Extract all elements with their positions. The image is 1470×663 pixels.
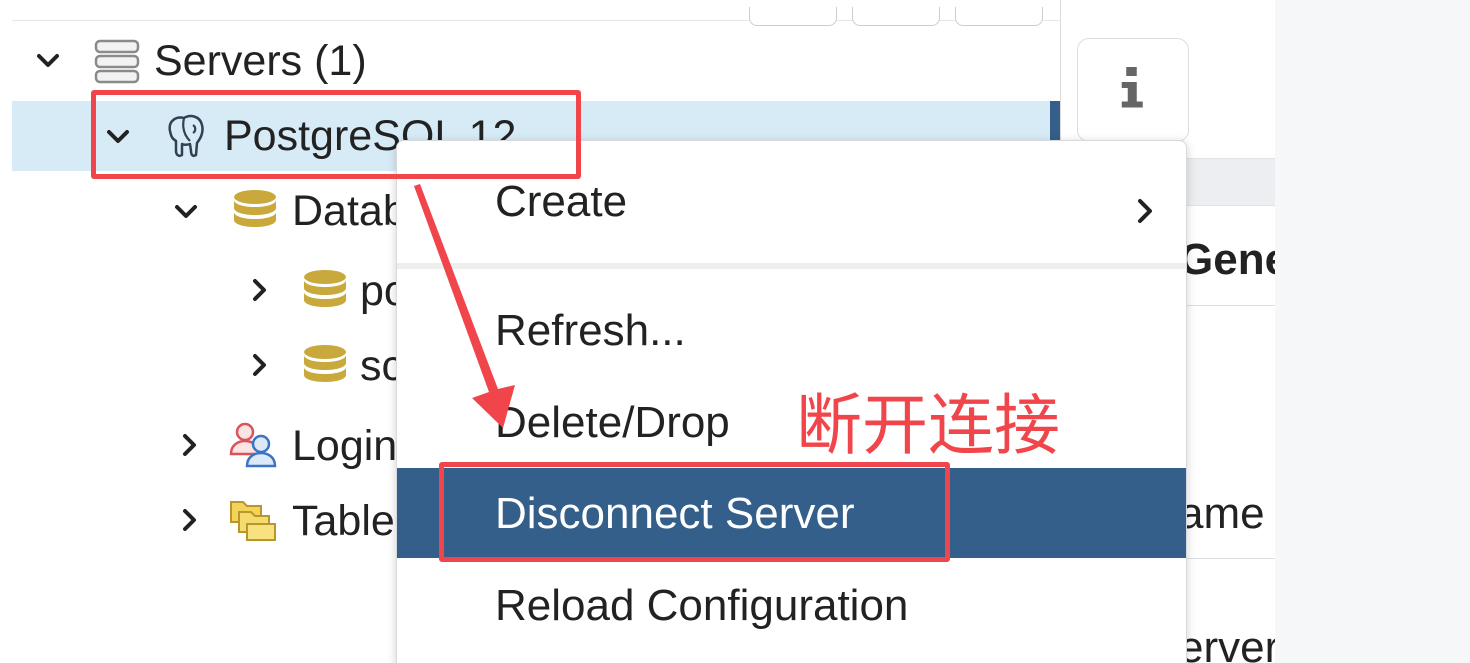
chevron-down-icon[interactable] <box>34 47 62 75</box>
chevron-right-icon[interactable] <box>246 276 274 304</box>
menu-item-label: Refresh... <box>495 306 686 355</box>
database-stack-icon <box>230 186 280 236</box>
tree-node-label: Datab <box>292 187 407 235</box>
info-icon <box>1118 63 1148 118</box>
server-group-icon <box>92 36 142 86</box>
tree-node-servers[interactable]: Servers (1) <box>12 26 1060 96</box>
annotation-box-disconnect <box>439 462 950 562</box>
chevron-down-icon[interactable] <box>172 198 200 226</box>
tablespaces-folder-icon <box>228 494 278 544</box>
login-roles-icon <box>228 419 278 469</box>
section-heading: Gene <box>1179 235 1275 284</box>
chevron-right-icon[interactable] <box>176 506 204 534</box>
menu-item-refresh[interactable]: Refresh... <box>397 285 1186 375</box>
tree-node-label: Table <box>292 497 395 545</box>
menu-item-label: Create <box>495 177 628 226</box>
field-label: ame <box>1179 489 1265 538</box>
annotation-label: 断开连接 <box>796 387 1060 464</box>
database-icon <box>300 341 350 391</box>
toolbar-button[interactable] <box>955 7 1043 26</box>
chevron-right-icon[interactable] <box>176 431 204 459</box>
toolbar-button[interactable] <box>852 7 940 26</box>
menu-separator <box>397 263 1186 269</box>
context-menu: Create Refresh... Delete/Drop Disconnect… <box>396 140 1187 663</box>
menu-item-reload-configuration[interactable]: Reload Configuration <box>397 560 1186 650</box>
menu-item-label: Delete/Drop <box>495 398 730 447</box>
field-label: erver <box>1179 623 1275 663</box>
tree-node-label: Servers (1) <box>154 37 367 85</box>
info-button[interactable] <box>1077 38 1189 142</box>
annotation-box-server <box>91 90 581 179</box>
menu-item-delete-drop[interactable]: Delete/Drop <box>397 377 1186 467</box>
tree-node-label: Login <box>292 422 398 470</box>
outer-background <box>1275 0 1470 663</box>
chevron-right-icon <box>1130 196 1160 226</box>
toolbar-button[interactable] <box>749 7 837 26</box>
database-icon <box>300 266 350 316</box>
menu-item-label: Reload Configuration <box>495 581 909 630</box>
chevron-right-icon[interactable] <box>246 351 274 379</box>
